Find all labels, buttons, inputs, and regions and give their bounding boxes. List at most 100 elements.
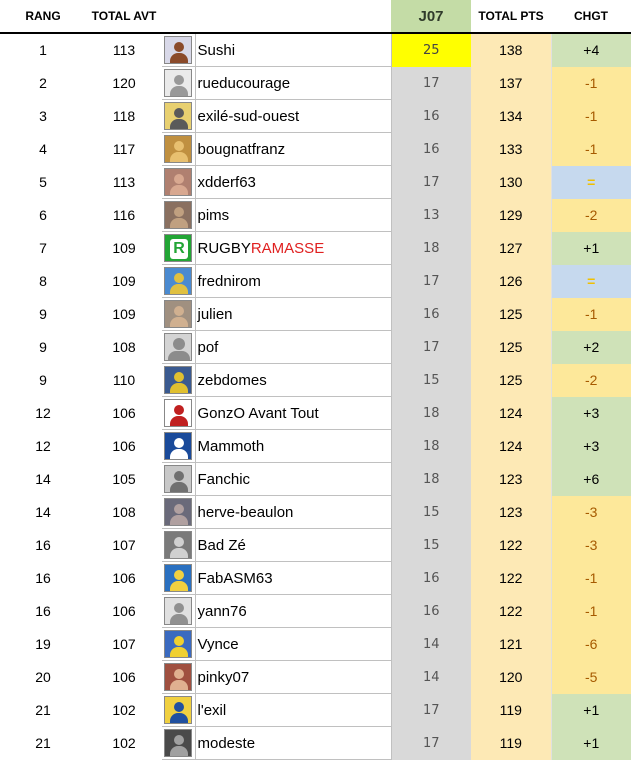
total-pts-cell: 137 [471, 66, 551, 100]
change-cell: +1 [550, 231, 631, 265]
rugby-logo-letter: R [170, 239, 188, 259]
table-row: 20 106 pinky07 14 120 -5 [0, 660, 631, 694]
rank-cell: 9 [39, 372, 47, 388]
header-total-avt: TOTAL AVT [86, 0, 162, 34]
journee-score-cell: 13 [390, 198, 471, 232]
total-avt-cell: 102 [112, 702, 136, 718]
player-name[interactable]: rueducourage [195, 66, 391, 100]
building-avatar[interactable] [164, 465, 192, 493]
photo-avatar[interactable] [164, 498, 192, 526]
player-name[interactable]: julien [195, 297, 391, 331]
sketch-avatar[interactable] [164, 597, 192, 625]
avatar-cell [162, 66, 196, 100]
change-cell: -3 [550, 495, 631, 529]
header-total-pts: TOTAL PTS [471, 0, 551, 34]
faces-avatar[interactable] [164, 168, 192, 196]
player-name[interactable]: frednirom [195, 264, 391, 298]
group-avatar[interactable] [164, 663, 192, 691]
total-pts-cell: 122 [471, 528, 551, 562]
journee-score-cell: 17 [390, 726, 471, 760]
robot-avatar[interactable] [164, 69, 192, 97]
player-name[interactable]: zebdomes [195, 363, 391, 397]
player-name[interactable]: l'exil [195, 693, 391, 727]
player-name[interactable]: pof [195, 330, 391, 364]
figure-avatar[interactable] [164, 36, 192, 64]
rank-cell: 20 [35, 669, 51, 685]
rank-cell: 12 [35, 405, 51, 421]
table-row: 6 116 pims 13 129 -2 [0, 198, 631, 232]
team-avatar[interactable] [164, 564, 192, 592]
blue-logo-avatar[interactable] [164, 432, 192, 460]
player-avatar[interactable] [164, 366, 192, 394]
total-avt-cell: 109 [112, 273, 136, 289]
crest-avatar[interactable] [164, 696, 192, 724]
table-row: 12 106 Mammoth 18 124 +3 [0, 429, 631, 463]
total-pts-cell: 122 [471, 594, 551, 628]
total-avt-cell: 116 [112, 207, 136, 223]
journee-score-cell: 14 [390, 627, 471, 661]
table-row: 7 109 R RUGBYRAMASSE 18 127 +1 [0, 231, 631, 265]
player-name[interactable]: xdderf63 [195, 165, 391, 199]
avatar-cell [162, 561, 196, 595]
avatar-cell [162, 330, 196, 364]
journee-score-cell: 17 [390, 66, 471, 100]
avatar-cell [162, 33, 196, 67]
rank-cell: 7 [39, 240, 47, 256]
table-row: 12 106 GonzO Avant Tout 18 124 +3 [0, 396, 631, 430]
table-row: 2 120 rueducourage 17 137 -1 [0, 66, 631, 100]
player-name[interactable]: GonzO Avant Tout [195, 396, 391, 430]
journee-score-cell: 16 [390, 594, 471, 628]
player-name[interactable]: Mammoth [195, 429, 391, 463]
avatar-cell [162, 462, 196, 496]
ranking-table: RANG TOTAL AVT J07 TOTAL PTS CHGT 1 113 Su… [0, 0, 631, 760]
rugby-logo-avatar[interactable]: R [164, 234, 192, 262]
player-name[interactable]: modeste [195, 726, 391, 760]
player-name[interactable]: pims [195, 198, 391, 232]
total-pts-cell: 121 [471, 627, 551, 661]
total-avt-cell: 108 [112, 504, 136, 520]
player-name[interactable]: bougnatfranz [195, 132, 391, 166]
journee-score-cell: 17 [390, 264, 471, 298]
avatar-cell [162, 99, 196, 133]
rank-cell: 3 [39, 108, 47, 124]
total-avt-cell: 105 [112, 471, 136, 487]
player-name[interactable]: RUGBYRAMASSE [195, 231, 391, 265]
change-cell: -1 [550, 594, 631, 628]
player-name[interactable]: Vynce [195, 627, 391, 661]
player-name[interactable]: herve-beaulon [195, 495, 391, 529]
portrait-avatar[interactable] [164, 531, 192, 559]
cat-avatar[interactable] [164, 300, 192, 328]
change-cell: -5 [550, 660, 631, 694]
change-cell: -2 [550, 363, 631, 397]
total-avt-cell: 118 [112, 108, 136, 124]
avatar-cell [162, 627, 196, 661]
cartoon-avatar[interactable] [164, 135, 192, 163]
player-name-part: RUGBY [197, 239, 251, 257]
player-name[interactable]: exilé-sud-ouest [195, 99, 391, 133]
player-name[interactable]: Sushi [195, 33, 391, 67]
player-name[interactable]: FabASM63 [195, 561, 391, 595]
rank-cell: 8 [39, 273, 47, 289]
fist-logo-avatar[interactable] [164, 399, 192, 427]
flag-avatar[interactable] [164, 630, 192, 658]
mascot-avatar[interactable] [164, 267, 192, 295]
player-name[interactable]: pinky07 [195, 660, 391, 694]
total-pts-cell: 127 [471, 231, 551, 265]
change-cell: = [550, 165, 631, 199]
player-name[interactable]: Bad Zé [195, 528, 391, 562]
total-avt-cell: 109 [112, 240, 136, 256]
rank-cell: 14 [35, 471, 51, 487]
avatar-cell [162, 495, 196, 529]
total-avt-cell: 120 [112, 75, 136, 91]
journee-score-cell: 16 [390, 132, 471, 166]
default-user-avatar[interactable] [164, 333, 192, 361]
rank-cell: 9 [39, 339, 47, 355]
yellow-avatar[interactable] [164, 102, 192, 130]
journee-score-cell: 14 [390, 660, 471, 694]
dark-photo-avatar[interactable] [164, 729, 192, 757]
crowd-avatar[interactable] [164, 201, 192, 229]
journee-score-cell: 17 [390, 330, 471, 364]
player-name[interactable]: yann76 [195, 594, 391, 628]
journee-score-cell: 16 [390, 561, 471, 595]
player-name[interactable]: Fanchic [195, 462, 391, 496]
